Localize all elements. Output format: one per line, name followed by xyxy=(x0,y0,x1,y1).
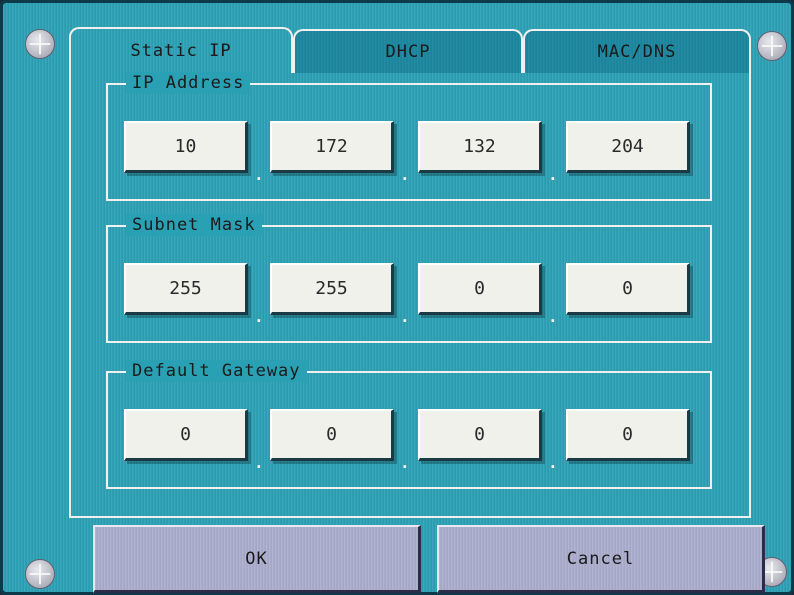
ok-button[interactable]: OK xyxy=(93,525,421,593)
subnet-octet-1[interactable]: 255 xyxy=(124,263,248,315)
octet-separator: . xyxy=(400,307,410,326)
ip-address-group: IP Address 10 . 172 . 132 . 204 xyxy=(106,72,712,201)
ip-octet-2[interactable]: 172 xyxy=(270,121,394,173)
tab-mac-dns[interactable]: MAC/DNS xyxy=(523,29,751,73)
octet-separator: . xyxy=(400,453,410,472)
hmi-screen: Static IP DHCP MAC/DNS IP Address 10 . 1… xyxy=(0,0,794,595)
crosshair-icon xyxy=(757,31,787,61)
subnet-mask-group: Subnet Mask 255 . 255 . 0 . 0 xyxy=(106,214,712,343)
group-title: Default Gateway xyxy=(126,360,307,382)
subnet-octet-3[interactable]: 0 xyxy=(418,263,542,315)
group-title: IP Address xyxy=(126,72,251,94)
octet-separator: . xyxy=(400,165,410,184)
group-title: Subnet Mask xyxy=(126,214,262,236)
ip-octet-3[interactable]: 132 xyxy=(418,121,542,173)
gateway-octet-1[interactable]: 0 xyxy=(124,409,248,461)
cancel-button-label: Cancel xyxy=(566,548,635,569)
octet-separator: . xyxy=(548,453,558,472)
subnet-octet-4[interactable]: 0 xyxy=(566,263,690,315)
default-gateway-group: Default Gateway 0 . 0 . 0 . 0 xyxy=(106,360,712,489)
tab-label: Static IP xyxy=(130,41,232,61)
tab-label: DHCP xyxy=(385,42,431,62)
crosshair-icon xyxy=(25,559,55,589)
gateway-octet-2[interactable]: 0 xyxy=(270,409,394,461)
tab-dhcp[interactable]: DHCP xyxy=(293,29,523,73)
octet-separator: . xyxy=(548,307,558,326)
ip-octet-1[interactable]: 10 xyxy=(124,121,248,173)
subnet-octet-2[interactable]: 255 xyxy=(270,263,394,315)
ip-octet-4[interactable]: 204 xyxy=(566,121,690,173)
gateway-octet-3[interactable]: 0 xyxy=(418,409,542,461)
gateway-octet-4[interactable]: 0 xyxy=(566,409,690,461)
crosshair-icon xyxy=(25,29,55,59)
tab-label: MAC/DNS xyxy=(597,42,677,62)
ok-button-label: OK xyxy=(245,548,268,569)
octet-separator: . xyxy=(254,453,264,472)
cancel-button[interactable]: Cancel xyxy=(437,525,765,593)
tab-static-ip[interactable]: Static IP xyxy=(69,27,293,73)
octet-separator: . xyxy=(254,307,264,326)
octet-separator: . xyxy=(254,165,264,184)
octet-separator: . xyxy=(548,165,558,184)
